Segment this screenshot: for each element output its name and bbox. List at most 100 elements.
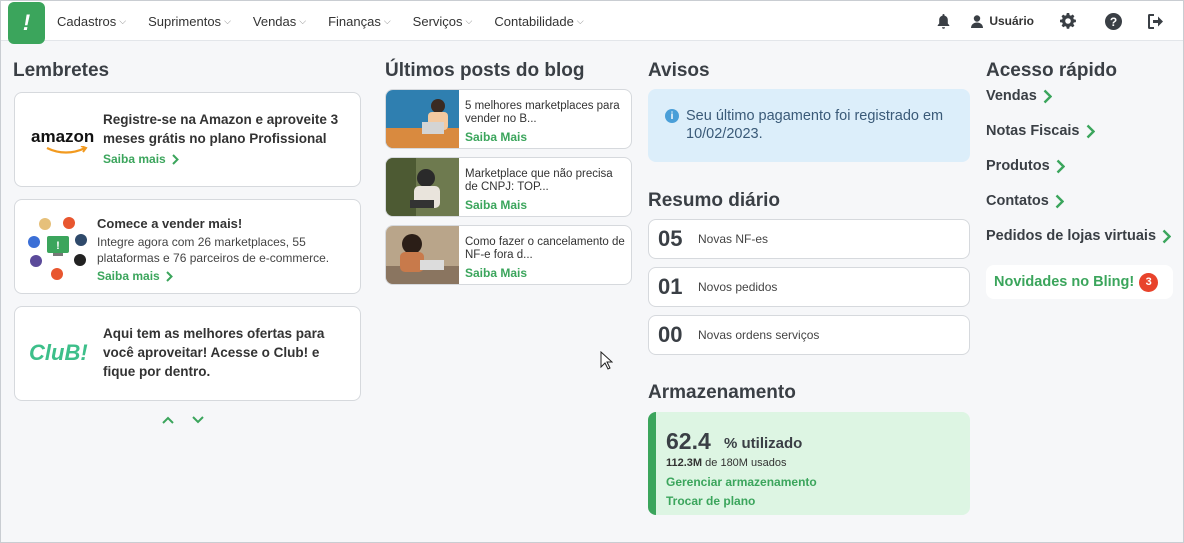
post-title: 5 melhores marketplaces para vender no B… [465,100,620,125]
menu-label: Contabilidade [494,13,574,29]
sell-more-title: Comece a vender mais! [97,216,243,231]
summary-label: Novas NF-es [698,232,769,246]
svg-text:?: ? [1109,15,1116,29]
sell-more-saiba-mais-link[interactable]: Saiba mais [97,269,173,283]
quick-link-contatos[interactable]: Contatos [986,193,1064,209]
svg-text:!: ! [56,240,60,252]
chevron-down-icon[interactable] [192,416,204,424]
chevron-down-icon: ⌵ [576,15,584,26]
link-label: Saiba mais [103,152,166,166]
bell-icon[interactable] [934,12,952,30]
summary-count: 01 [658,274,683,299]
menu-suprimentos[interactable]: Suprimentos ⌵ [148,14,231,29]
gear-icon[interactable] [1059,12,1077,30]
mouse-cursor-icon [600,351,613,370]
blog-post[interactable]: Como fazer o cancelamento de NF-e fora d… [385,225,632,285]
blog-post[interactable]: 5 melhores marketplaces para vender no B… [385,89,632,149]
storage-percent-label: % utilizado [724,435,803,452]
quick-link-notas-fiscais[interactable]: Notas Fiscais [986,123,1095,139]
storage-used: 112.3M de 180M usados [666,457,787,469]
main-menu: Cadastros ⌵ Suprimentos ⌵ Vendas ⌵ Finanças… [57,1,606,41]
chevron-right-icon [1086,124,1095,138]
blog-title: Últimos posts do blog [385,60,585,81]
post-title: Como fazer o cancelamento de NF-e fora d… [465,236,625,261]
sell-more-text: Integre agora com 26 marketplaces, 55 pl… [97,235,330,265]
quick-link-label: Notas Fiscais [986,123,1080,139]
chevron-down-icon: ⌵ [465,15,473,26]
summary-row[interactable]: 00 Novas ordens serviços [648,315,970,355]
quick-link-label: Contatos [986,193,1049,209]
club-card: CluB! Aqui tem as melhores ofertas para … [14,306,361,401]
quick-link-pedidos-lojas[interactable]: Pedidos de lojas virtuais [986,228,1172,244]
menu-contabilidade[interactable]: Contabilidade ⌵ [494,14,583,29]
quick-access-title: Acesso rápido [986,60,1117,81]
storage-box: 62.4 % utilizado 112.3M de 180M usados G… [648,412,970,515]
post-thumbnail [386,90,459,148]
chevron-up-icon[interactable] [162,416,174,424]
quick-link-produtos[interactable]: Produtos [986,158,1065,174]
news-count-badge: 3 [1139,272,1159,292]
chevron-down-icon: ⌵ [299,15,307,26]
storage-used-label: de 180M usados [705,457,787,469]
info-icon: i [665,109,679,123]
post-saiba-mais-link[interactable]: Saiba Mais [465,198,527,212]
notice-text: Seu último pagamento foi registrado em 1… [686,108,944,142]
menu-cadastros[interactable]: Cadastros ⌵ [57,14,126,29]
chevron-right-icon [171,153,179,165]
club-logo: CluB! [29,340,88,365]
chevron-down-icon: ⌵ [119,15,127,26]
user-icon [971,14,984,28]
logout-icon[interactable] [1147,12,1165,30]
help-icon[interactable]: ? [1104,12,1122,30]
notice-box: i Seu último pagamento foi registrado em… [648,89,970,162]
amazon-reminder-card: amazon Registre-se na Amazon e aproveite… [14,92,361,187]
post-saiba-mais-link[interactable]: Saiba Mais [465,266,527,280]
user-menu[interactable]: Usuário [971,14,1034,28]
menu-label: Vendas [252,13,297,29]
menu-vendas[interactable]: Vendas ⌵ [253,14,306,29]
chevron-down-icon: ⌵ [383,15,391,26]
avisos-title: Avisos [648,60,710,81]
news-label: Novidades no Bling! [994,274,1135,290]
sell-more-card: ! Comece a vender mais! Integre agora co… [14,199,361,294]
reminders-carousel-controls [162,416,204,424]
change-plan-link[interactable]: Trocar de plano [666,494,755,508]
post-thumbnail [386,158,459,216]
link-label: Saiba mais [97,269,160,283]
menu-label: Finanças [328,13,381,29]
summary-count: 00 [658,322,683,347]
blog-post[interactable]: Marketplace que não precisa de CNPJ: TOP… [385,157,632,217]
summary-label: Novas ordens serviços [698,328,820,342]
nav-actions: Usuário ? [925,1,1183,41]
summary-row[interactable]: 05 Novas NF-es [648,219,970,259]
menu-servicos[interactable]: Serviços ⌵ [413,14,473,29]
marketplaces-illustration: ! [23,214,93,284]
chevron-right-icon [1056,159,1065,173]
quick-link-label: Vendas [986,88,1037,104]
quick-link-vendas[interactable]: Vendas [986,88,1052,104]
quick-link-label: Produtos [986,158,1050,174]
chevron-down-icon: ⌵ [224,15,231,26]
quick-link-label: Pedidos de lojas virtuais [986,228,1157,244]
post-thumbnail [386,226,459,284]
user-label: Usuário [989,14,1034,28]
manage-storage-link[interactable]: Gerenciar armazenamento [666,475,817,489]
reminders-title: Lembretes [13,60,110,81]
menu-label: Suprimentos [148,13,222,29]
chevron-right-icon [1055,194,1064,208]
chevron-right-icon [1043,89,1052,103]
storage-title: Armazenamento [648,382,796,403]
menu-financas[interactable]: Finanças ⌵ [328,14,391,29]
bling-logo[interactable]: ! [8,2,45,44]
amazon-smile-icon [46,146,88,154]
amazon-saiba-mais-link[interactable]: Saiba mais [103,152,179,166]
summary-count: 05 [658,226,683,251]
resumo-title: Resumo diário [648,190,780,211]
chevron-right-icon [165,270,173,282]
menu-label: Cadastros [57,13,117,29]
amazon-logo: amazon [31,127,94,154]
news-button[interactable]: Novidades no Bling! 3 [986,265,1173,299]
summary-row[interactable]: 01 Novos pedidos [648,267,970,307]
post-saiba-mais-link[interactable]: Saiba Mais [465,130,527,144]
post-title: Marketplace que não precisa de CNPJ: TOP… [465,168,613,193]
